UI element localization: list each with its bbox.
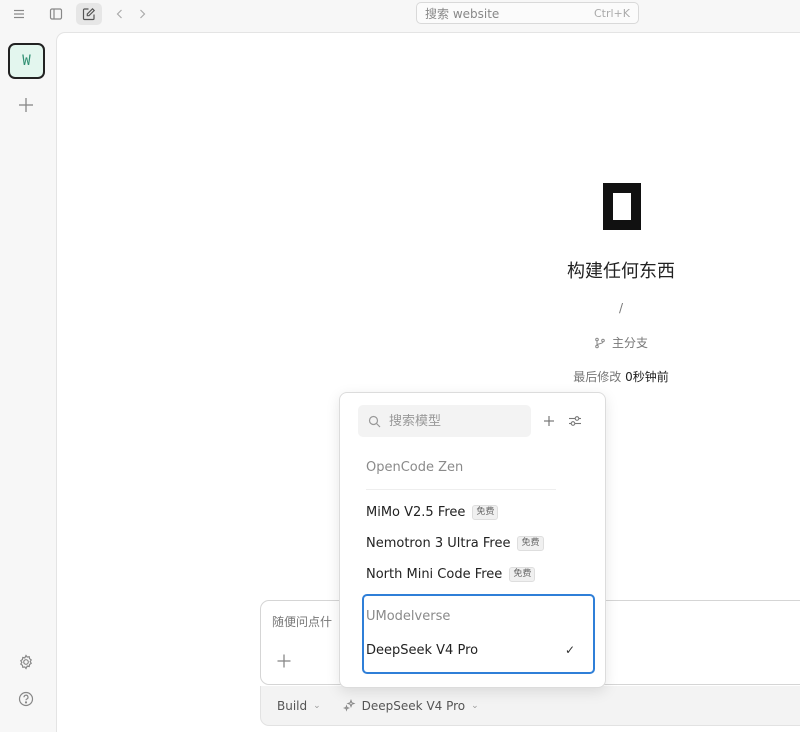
search-icon: [368, 415, 381, 427]
model-option-label: DeepSeek V4 Pro: [366, 642, 479, 658]
settings-button[interactable]: [15, 651, 37, 673]
top-bar: 搜索 website Ctrl+K: [0, 0, 800, 28]
search-shortcut: Ctrl+K: [593, 6, 630, 20]
help-icon: [18, 691, 34, 707]
sidebar-toggle-icon: [49, 8, 63, 20]
prompt-placeholder: 随便问点什: [272, 615, 333, 629]
model-option-label: North Mini Code Free: [366, 566, 503, 582]
branch-name: 主分支: [611, 336, 648, 350]
composer-toolbar: Build ⌄ DeepSeek V4 Pro ⌄: [260, 686, 800, 726]
hero-title: 构建任何东西: [567, 261, 675, 282]
mode-label: Build: [277, 698, 308, 713]
workspace-tile[interactable]: W: [8, 43, 45, 79]
model-selector[interactable]: DeepSeek V4 Pro ⌄: [342, 698, 479, 713]
free-badge: 免费: [509, 566, 536, 582]
chevron-down-icon: ⌄: [471, 700, 479, 711]
add-model-button[interactable]: [541, 413, 557, 429]
plus-icon: [19, 98, 33, 112]
check-icon: ✓: [565, 643, 576, 657]
hamburger-icon: [14, 9, 24, 19]
free-badge: 免费: [517, 535, 544, 551]
last-modified-label: 最后修改: [573, 370, 622, 384]
selected-group-highlight: [362, 594, 595, 674]
model-option-label: Nemotron 3 Ultra Free: [366, 535, 511, 551]
model-option-deepseek-v4-pro[interactable]: DeepSeek V4 Pro: [366, 640, 478, 660]
toggle-sidebar-button[interactable]: [43, 3, 69, 25]
left-rail: W: [0, 28, 56, 732]
model-option-nemotron[interactable]: Nemotron 3 Ultra Free 免费: [366, 533, 544, 553]
mode-selector[interactable]: Build ⌄: [277, 699, 321, 713]
model-option-label: MiMo V2.5 Free: [366, 504, 466, 520]
model-dropdown: OpenCode Zen MiMo V2.5 Free 免费 Nemotron …: [339, 392, 606, 688]
plus-icon: [544, 416, 554, 426]
group-divider: [366, 489, 556, 490]
edit-icon: [82, 7, 96, 21]
sliders-icon: [569, 416, 581, 426]
model-option-north-mini[interactable]: North Mini Code Free 免费: [366, 564, 536, 584]
new-session-button[interactable]: [76, 3, 102, 25]
branch-info: 主分支: [501, 334, 741, 352]
project-path: /: [618, 301, 624, 315]
last-modified: 最后修改 0秒钟前: [501, 368, 741, 385]
attach-plus-icon[interactable]: [276, 653, 292, 669]
model-group-umodelverse: UModelverse: [366, 609, 451, 624]
branch-icon: [595, 337, 605, 348]
app-logo: [603, 183, 641, 230]
model-group-opencode-zen: OpenCode Zen: [366, 460, 464, 475]
gear-icon: [20, 654, 32, 670]
chevron-left-icon: [116, 9, 122, 19]
last-modified-value: 0秒钟前: [625, 370, 669, 384]
forward-button[interactable]: [129, 3, 155, 25]
model-option-mimo[interactable]: MiMo V2.5 Free 免费: [366, 502, 499, 522]
model-search-input[interactable]: [389, 413, 509, 429]
global-search[interactable]: 搜索 website Ctrl+K: [416, 2, 639, 24]
global-search-placeholder: 搜索 website: [425, 6, 500, 21]
free-badge: 免费: [472, 504, 499, 520]
chevron-down-icon: ⌄: [313, 700, 321, 711]
help-button[interactable]: [15, 688, 37, 710]
menu-button[interactable]: [6, 3, 32, 25]
chevron-right-icon: [140, 9, 146, 19]
model-search[interactable]: [358, 405, 531, 437]
add-workspace-button[interactable]: [15, 94, 37, 116]
model-label: DeepSeek V4 Pro: [361, 698, 466, 713]
model-settings-button[interactable]: [567, 413, 583, 429]
sparkle-icon: [342, 699, 356, 712]
